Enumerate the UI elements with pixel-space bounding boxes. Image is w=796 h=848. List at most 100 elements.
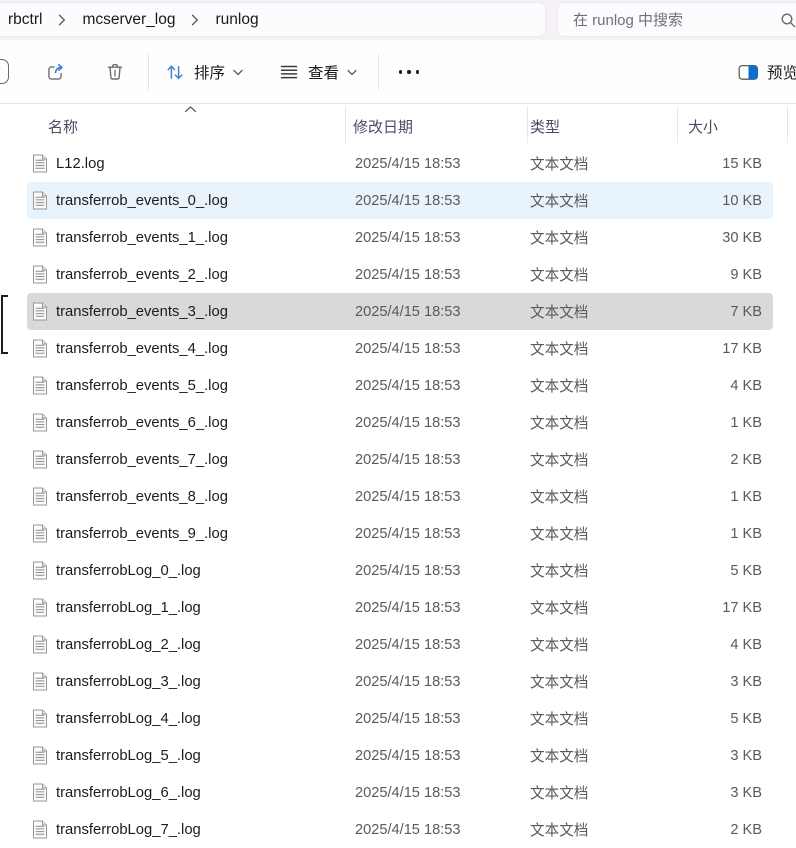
file-size: 5 KB [730,563,762,579]
split-pane-icon [738,63,759,82]
table-row[interactable]: transferrob_events_0_.log 2025/4/15 18:5… [27,182,773,219]
file-modified-date: 2025/4/15 18:53 [355,230,461,246]
text-document-icon [32,635,48,654]
file-type: 文本文档 [530,745,588,766]
file-type: 文本文档 [530,782,588,803]
file-type: 文本文档 [530,190,588,211]
file-modified-date: 2025/4/15 18:53 [355,637,461,653]
table-row[interactable]: transferrob_events_7_.log 2025/4/15 18:5… [27,441,773,478]
text-document-icon [32,228,48,247]
file-size: 5 KB [730,711,762,727]
search-placeholder: 在 runlog 中搜索 [573,9,683,30]
table-row[interactable]: transferrob_events_3_.log 2025/4/15 18:5… [27,293,773,330]
file-size: 2 KB [730,452,762,468]
table-row[interactable]: transferrob_events_8_.log 2025/4/15 18:5… [27,478,773,515]
preview-toggle-label: 预览 [767,61,796,83]
file-size: 3 KB [730,785,762,801]
column-header-row: 名称 修改日期 类型 大小 [0,104,796,145]
text-document-icon [32,450,48,469]
column-header-size[interactable]: 大小 [688,116,718,137]
column-resize-handle[interactable] [527,106,528,143]
column-resize-handle[interactable] [787,106,788,143]
file-type: 文本文档 [530,412,588,433]
file-name: transferrob_events_9_.log [56,526,228,542]
text-document-icon [32,746,48,765]
table-row[interactable]: transferrob_events_4_.log 2025/4/15 18:5… [27,330,773,367]
column-resize-handle[interactable] [345,106,346,143]
column-resize-handle[interactable] [677,106,678,143]
file-modified-date: 2025/4/15 18:53 [355,785,461,801]
breadcrumb-item-rbctrl[interactable]: rbctrl [8,11,42,29]
file-modified-date: 2025/4/15 18:53 [355,341,461,357]
chevron-up-icon [184,106,197,113]
file-type: 文本文档 [530,375,588,396]
file-type: 文本文档 [530,486,588,507]
file-modified-date: 2025/4/15 18:53 [355,156,461,172]
file-name: transferrob_events_0_.log [56,193,228,209]
file-type: 文本文档 [530,301,588,322]
chevron-right-icon[interactable] [191,14,199,26]
table-row[interactable]: transferrob_events_6_.log 2025/4/15 18:5… [27,404,773,441]
table-row[interactable]: transferrobLog_1_.log 2025/4/15 18:53 文本… [27,589,773,626]
chevron-right-icon[interactable] [58,14,66,26]
share-button[interactable] [44,54,67,90]
text-document-icon [32,487,48,506]
column-header-name[interactable]: 名称 [48,116,78,137]
text-document-icon [32,339,48,358]
file-name: transferrobLog_6_.log [56,785,201,801]
file-type: 文本文档 [530,671,588,692]
text-document-icon [32,265,48,284]
table-row[interactable]: transferrob_events_9_.log 2025/4/15 18:5… [27,515,773,552]
table-row[interactable]: transferrobLog_5_.log 2025/4/15 18:53 文本… [27,737,773,774]
text-document-icon [32,709,48,728]
file-modified-date: 2025/4/15 18:53 [355,711,461,727]
file-size: 4 KB [730,637,762,653]
file-name: transferrobLog_4_.log [56,711,201,727]
table-row[interactable]: transferrobLog_6_.log 2025/4/15 18:53 文本… [27,774,773,811]
file-name: transferrob_events_7_.log [56,452,228,468]
file-size: 3 KB [730,674,762,690]
table-row[interactable]: transferrobLog_2_.log 2025/4/15 18:53 文本… [27,626,773,663]
file-modified-date: 2025/4/15 18:53 [355,489,461,505]
more-options-button[interactable] [393,54,425,90]
file-modified-date: 2025/4/15 18:53 [355,748,461,764]
file-size: 3 KB [730,748,762,764]
clipped-toolbar-icon[interactable] [0,59,9,84]
magnifier-icon[interactable] [780,12,796,29]
file-type: 文本文档 [530,708,588,729]
file-name: transferrobLog_1_.log [56,600,201,616]
table-row[interactable]: transferrobLog_7_.log 2025/4/15 18:53 文本… [27,811,773,848]
file-size: 2 KB [730,822,762,838]
table-row[interactable]: transferrob_events_1_.log 2025/4/15 18:5… [27,219,773,256]
file-modified-date: 2025/4/15 18:53 [355,193,461,209]
preview-toggle-button[interactable]: 预览 [738,54,796,90]
breadcrumb-item-runlog[interactable]: runlog [215,11,258,29]
file-type: 文本文档 [530,819,588,840]
search-input[interactable]: 在 runlog 中搜索 [557,2,796,37]
table-row[interactable]: transferrobLog_4_.log 2025/4/15 18:53 文本… [27,700,773,737]
file-modified-date: 2025/4/15 18:53 [355,415,461,431]
view-button[interactable]: 查看 [278,54,357,90]
table-row[interactable]: transferrob_events_2_.log 2025/4/15 18:5… [27,256,773,293]
file-name: transferrobLog_5_.log [56,748,201,764]
table-row[interactable]: transferrobLog_0_.log 2025/4/15 18:53 文本… [27,552,773,589]
breadcrumb-item-mcserver-log[interactable]: mcserver_log [82,11,175,29]
toolbar-divider [148,54,149,90]
file-size: 7 KB [730,304,762,320]
toolbar-divider [378,54,379,90]
share-icon [44,61,67,84]
column-header-modified[interactable]: 修改日期 [353,116,413,137]
table-row[interactable]: transferrobLog_3_.log 2025/4/15 18:53 文本… [27,663,773,700]
view-button-label: 查看 [308,61,339,83]
file-name: transferrob_events_1_.log [56,230,228,246]
sort-button[interactable]: 排序 [164,54,243,90]
text-document-icon [32,783,48,802]
delete-button[interactable] [104,54,126,90]
breadcrumb[interactable]: rbctrl mcserver_log runlog [0,2,546,37]
table-row[interactable]: transferrob_events_5_.log 2025/4/15 18:5… [27,367,773,404]
ellipsis-icon [399,70,419,73]
file-size: 1 KB [730,526,762,542]
column-header-type[interactable]: 类型 [530,116,560,137]
file-size: 1 KB [730,489,762,505]
table-row[interactable]: L12.log 2025/4/15 18:53 文本文档 15 KB [27,145,773,182]
